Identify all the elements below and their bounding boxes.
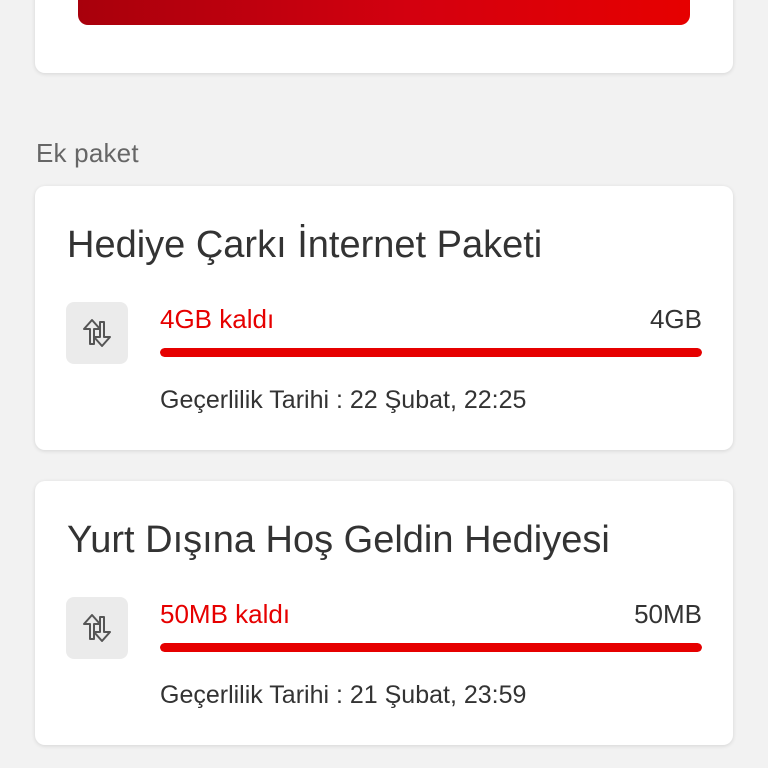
usage-progress-fill	[160, 643, 702, 652]
page: Ek paket Hediye Çarkı İnternet Paketi 4G…	[0, 0, 768, 768]
package-remaining: 50MB kaldı	[160, 599, 291, 629]
data-transfer-icon	[66, 597, 128, 659]
primary-action-button[interactable]	[78, 0, 690, 25]
package-title: Yurt Dışına Hoş Geldin Hediyesi	[67, 519, 610, 561]
top-card	[35, 0, 733, 73]
usage-progress-bar	[160, 348, 702, 357]
validity-label: Geçerlilik Tarihi	[160, 386, 330, 414]
package-card[interactable]: Hediye Çarkı İnternet Paketi 4GB kaldı 4…	[35, 186, 733, 450]
package-card[interactable]: Yurt Dışına Hoş Geldin Hediyesi 50MB kal…	[35, 481, 733, 745]
validity-label: Geçerlilik Tarihi	[160, 681, 330, 709]
package-validity: Geçerlilik Tarihi : 21 Şubat, 23:59	[160, 681, 527, 709]
data-transfer-icon	[66, 302, 128, 364]
usage-progress-bar	[160, 643, 702, 652]
package-title: Hediye Çarkı İnternet Paketi	[67, 224, 543, 266]
package-total: 4GB	[649, 304, 702, 334]
usage-progress-fill	[160, 348, 702, 357]
package-remaining: 4GB kaldı	[160, 304, 275, 334]
validity-date: 21 Şubat, 23:59	[349, 681, 527, 709]
package-validity: Geçerlilik Tarihi : 22 Şubat, 22:25	[160, 386, 527, 414]
section-label: Ek paket	[36, 138, 139, 168]
validity-date: 22 Şubat, 22:25	[349, 386, 527, 414]
package-total: 50MB	[634, 599, 702, 629]
